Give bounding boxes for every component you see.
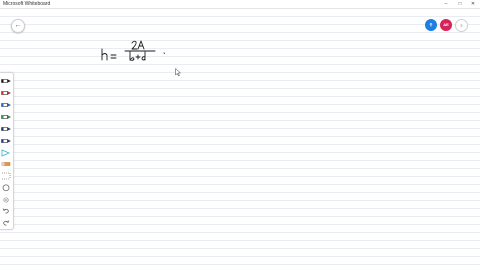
tool-undo[interactable]	[1, 207, 11, 215]
ink-plus-sign	[135, 54, 141, 60]
close-button[interactable]: ✕	[467, 0, 479, 8]
share-icon: ⚲	[429, 22, 433, 27]
pen-icon	[1, 137, 11, 145]
redo-icon	[1, 219, 11, 227]
handwritten-formula	[100, 38, 170, 64]
ruler-icon	[1, 172, 11, 180]
mouse-cursor-icon	[175, 64, 182, 77]
whiteboard-canvas[interactable]	[0, 9, 480, 270]
lasso-icon	[1, 184, 11, 192]
pen-icon	[1, 89, 11, 97]
tool-black-pen[interactable]	[1, 77, 11, 85]
ink-letter-h	[101, 48, 108, 61]
tool-eraser[interactable]	[1, 160, 11, 168]
ink-letter-A	[137, 40, 145, 50]
tool-blue-pen[interactable]	[1, 101, 11, 109]
window-title: Microsoft Whiteboard	[3, 1, 51, 7]
maximize-button[interactable]: □	[454, 0, 466, 8]
tool-ruler[interactable]	[1, 172, 11, 180]
tool-lasso[interactable]	[1, 184, 11, 192]
gear-icon	[1, 196, 11, 204]
ink-letter-d	[141, 51, 146, 61]
tool-highlighter[interactable]	[1, 149, 11, 157]
pen-icon	[1, 125, 11, 133]
ink-digit-2	[131, 40, 138, 50]
avatar[interactable]: AE	[440, 19, 452, 31]
back-arrow-icon: ←	[14, 22, 22, 29]
title-bar: Microsoft Whiteboard – □ ✕	[0, 0, 480, 9]
pen-icon	[1, 101, 11, 109]
menu-button[interactable]: ≡	[455, 19, 468, 32]
ink-toolbar	[0, 72, 14, 230]
share-button[interactable]: ⚲	[425, 19, 437, 31]
ink-letter-b	[129, 51, 135, 61]
undo-icon	[1, 207, 11, 215]
tool-red-pen[interactable]	[1, 89, 11, 97]
tool-redo[interactable]	[1, 219, 11, 227]
pen-icon	[1, 77, 11, 85]
tool-settings[interactable]	[1, 196, 11, 204]
tool-navy-pen[interactable]	[1, 137, 11, 145]
tool-dark-pen[interactable]	[1, 125, 11, 133]
back-button[interactable]: ←	[11, 19, 25, 33]
menu-icon: ≡	[460, 23, 463, 28]
ink-equals-sign	[110, 54, 117, 59]
highlighter-icon	[1, 149, 11, 157]
pen-icon	[1, 113, 11, 121]
tool-green-pen[interactable]	[1, 113, 11, 121]
minimize-button[interactable]: –	[440, 0, 452, 8]
avatar-initials: AE	[443, 22, 449, 27]
eraser-icon	[1, 160, 11, 168]
